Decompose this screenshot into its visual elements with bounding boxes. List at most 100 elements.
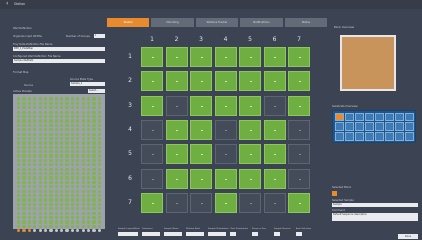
grid-cell[interactable]: [141, 192, 163, 213]
grid-cell[interactable]: [263, 144, 286, 165]
source-select[interactable]: Sample_1: [70, 82, 105, 86]
substrate-cell[interactable]: [394, 112, 404, 122]
substrate-cell[interactable]: [344, 122, 354, 131]
grid-cell[interactable]: [288, 168, 310, 189]
grid-cell[interactable]: [141, 119, 163, 140]
grid-cell[interactable]: [190, 95, 212, 116]
num-groups-field[interactable]: 1: [94, 34, 105, 38]
grid-cell[interactable]: [214, 192, 237, 213]
back-icon[interactable]: ‹: [6, 1, 8, 7]
grid-cell[interactable]: [165, 95, 188, 116]
plate-file-field[interactable]: Sample WellDefs: [13, 59, 105, 63]
dilution-field[interactable]: [186, 232, 204, 236]
substrate-cell[interactable]: [354, 112, 364, 122]
grid-cell[interactable]: [263, 95, 286, 116]
reserve-checkbox[interactable]: [274, 232, 280, 236]
grid-cell[interactable]: [141, 71, 163, 92]
sample-name-field[interactable]: [164, 232, 182, 236]
substrate-cell[interactable]: [404, 131, 414, 141]
grid-cell[interactable]: [141, 95, 163, 116]
grid-cell[interactable]: [165, 168, 188, 189]
grid-cell[interactable]: [239, 144, 261, 165]
grid-cell[interactable]: [165, 144, 188, 165]
sample-layout-field[interactable]: [118, 232, 138, 236]
substrate-cell[interactable]: [404, 112, 414, 122]
selected-block-swatch[interactable]: [332, 191, 337, 196]
substrate-cell[interactable]: [374, 131, 384, 141]
grid-cell[interactable]: [288, 192, 310, 213]
comment-field[interactable]: Default Sequence description: [332, 213, 418, 221]
grid-cell[interactable]: [141, 168, 163, 189]
grid-cell[interactable]: [288, 119, 310, 140]
grid-cell[interactable]: [263, 168, 286, 189]
grid-cell[interactable]: [288, 47, 310, 67]
grid-cell[interactable]: [190, 168, 212, 189]
grid-cell[interactable]: [239, 119, 261, 140]
grid-cell[interactable]: [263, 119, 286, 140]
grid-cell[interactable]: [165, 47, 188, 67]
substrate-cell[interactable]: [344, 131, 354, 141]
grid-cell[interactable]: [214, 144, 237, 165]
grid-cell[interactable]: [165, 71, 188, 92]
well-dot: [97, 229, 101, 233]
substrate-cell[interactable]: [354, 122, 364, 131]
grid-cell[interactable]: [214, 95, 237, 116]
grid-cell[interactable]: [263, 71, 286, 92]
grid-cell[interactable]: [263, 192, 286, 213]
cell-marker-icon: [249, 105, 252, 107]
grid-cell[interactable]: [239, 47, 261, 67]
grid-cell[interactable]: [190, 144, 212, 165]
grid-cell[interactable]: [239, 168, 261, 189]
substrate-cell[interactable]: [374, 112, 384, 122]
grid-cell[interactable]: [239, 192, 261, 213]
grid-cell[interactable]: [190, 71, 212, 92]
grid-cell[interactable]: [141, 47, 163, 67]
tab-stations-tracker[interactable]: Stations Tracker: [195, 18, 239, 27]
substrate-cell[interactable]: [354, 131, 364, 141]
distribution-field[interactable]: [208, 232, 226, 236]
substrate-cell[interactable]: [384, 122, 394, 131]
substrate-cell[interactable]: [334, 122, 344, 131]
substrate-cell[interactable]: [384, 131, 394, 141]
tab-notifications[interactable]: Notifications: [240, 18, 283, 27]
substrate-cell[interactable]: [394, 122, 404, 131]
tab-status[interactable]: Status: [284, 18, 328, 27]
tab-mounting[interactable]: Mounting: [151, 18, 194, 27]
grid-cell[interactable]: [214, 71, 237, 92]
done-button[interactable]: Done: [398, 234, 418, 239]
grid-cell[interactable]: [165, 192, 188, 213]
active-pockets-field[interactable]: Select...: [88, 89, 105, 93]
grid-cell[interactable]: [239, 95, 261, 116]
treatment-field[interactable]: [142, 232, 160, 236]
grid-cell[interactable]: [165, 119, 188, 140]
substrate-cell[interactable]: [384, 112, 394, 122]
grid-cell[interactable]: [288, 144, 310, 165]
substrate-cell[interactable]: [374, 122, 384, 131]
input-file-field[interactable]: IMM_1_PlateMap: [13, 47, 105, 51]
selected-sample-field[interactable]: Sample: [332, 203, 418, 207]
clear-dest-checkbox[interactable]: [230, 232, 236, 236]
grid-cell[interactable]: [214, 119, 237, 140]
auto-select-checkbox[interactable]: [296, 232, 302, 236]
grid-cell[interactable]: [190, 119, 212, 140]
substrate-cell[interactable]: [334, 112, 344, 122]
tab-station[interactable]: Station: [107, 18, 150, 27]
grid-cell[interactable]: [214, 47, 237, 67]
substrate-cell[interactable]: [364, 122, 374, 131]
substrate-cell[interactable]: [334, 131, 344, 141]
grid-cell[interactable]: [190, 192, 212, 213]
substrate-cell[interactable]: [364, 131, 374, 141]
substrate-cell[interactable]: [404, 122, 414, 131]
grid-cell[interactable]: [239, 71, 261, 92]
well-dot: [92, 141, 96, 145]
grid-cell[interactable]: [190, 47, 212, 67]
grid-cell[interactable]: [214, 168, 237, 189]
grid-cell[interactable]: [288, 95, 310, 116]
substrate-cell[interactable]: [394, 131, 404, 141]
preserve-checkbox[interactable]: [252, 232, 258, 236]
substrate-cell[interactable]: [364, 112, 374, 122]
grid-cell[interactable]: [263, 47, 286, 67]
grid-cell[interactable]: [288, 71, 310, 92]
substrate-cell[interactable]: [344, 112, 354, 122]
grid-cell[interactable]: [141, 144, 163, 165]
